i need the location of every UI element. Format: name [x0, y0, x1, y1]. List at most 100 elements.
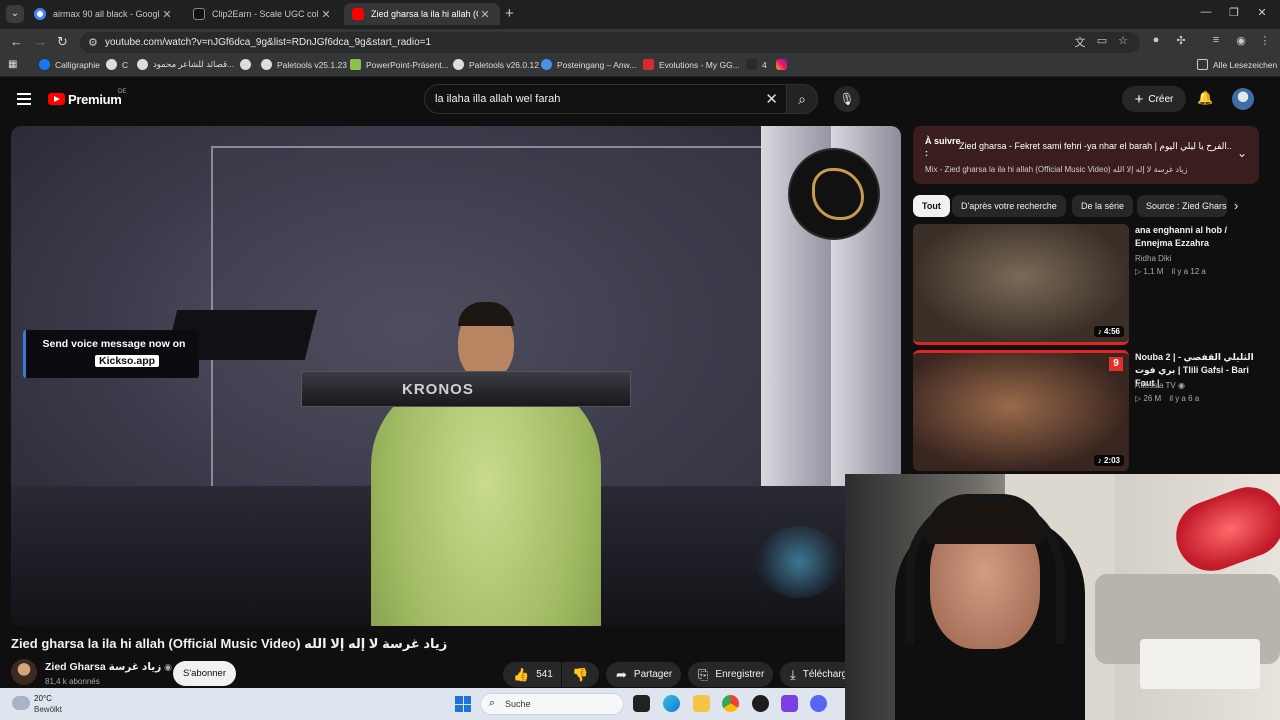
keyboard-brand: KRONOS [402, 381, 474, 398]
extensions-puzzle-icon[interactable]: ✣ [1173, 34, 1189, 47]
recommendation-channel[interactable]: Ridha Diki [1135, 254, 1171, 263]
bookmark-item[interactable]: Calligraphie [39, 59, 100, 70]
close-window-icon[interactable]: ✕ [1254, 6, 1270, 19]
minimize-icon[interactable]: — [1198, 6, 1214, 18]
weather-temperature[interactable]: 20°C [34, 694, 52, 703]
bookmark-item[interactable]: قصائد للشاعر محمود... [137, 59, 234, 70]
new-tab-icon[interactable]: + [505, 5, 514, 23]
site-info-icon[interactable]: ⚙ [88, 36, 98, 49]
recommendation-stats: ▷ 1,1 M il y a 12 a [1135, 267, 1206, 276]
reading-list-icon[interactable]: ≡ [1208, 34, 1224, 46]
download-button[interactable]: ⤓ Télécharger [780, 662, 845, 687]
grid-icon [350, 59, 361, 70]
recommendation-thumbnail[interactable]: ♪ 4:56 [913, 224, 1129, 345]
play-icon: ▷ [1135, 267, 1142, 276]
hamburger-menu-icon[interactable] [17, 93, 31, 108]
bookmark-item[interactable]: Paletools v26.0.12 [453, 59, 539, 70]
recommendation-stats: ▷ 26 M il y a 6 a [1135, 394, 1200, 403]
extension-icon[interactable]: ● [1148, 34, 1164, 46]
reload-icon[interactable]: ↻ [57, 34, 68, 50]
chevron-down-icon[interactable]: ⌄ [1237, 146, 1247, 160]
task-view-icon[interactable] [633, 695, 650, 712]
edge-icon[interactable] [663, 695, 680, 712]
bookmark-item[interactable]: C [106, 59, 128, 70]
overlay-ad-text: Send voice message now on [42, 338, 186, 350]
video-title: Zied gharsa la ila hi allah (Official Mu… [11, 636, 448, 651]
windows-start-icon[interactable] [455, 696, 471, 712]
close-tab-icon[interactable]: ✕ [478, 8, 492, 21]
like-button[interactable]: 👍 541 [503, 662, 561, 687]
back-icon[interactable]: ← [10, 34, 23, 50]
recommendation-thumbnail[interactable]: 9 ♪ 2:03 [913, 350, 1129, 471]
translate-icon[interactable]: 文 [1072, 34, 1088, 50]
bookmark-item[interactable]: 4 [746, 59, 767, 70]
browser-tab[interactable]: Clip2Earn - Scale UGC collaborations ✕ [185, 3, 341, 25]
notifications-bell-icon[interactable]: 🔔 [1197, 90, 1213, 106]
globe-icon [106, 59, 117, 70]
chip-from-search[interactable]: D'après votre recherche [952, 195, 1066, 217]
music-note-icon: ♪ [1097, 327, 1102, 336]
globe-icon [453, 59, 464, 70]
cloud-icon[interactable] [12, 696, 30, 710]
play-icon: ▷ [1135, 394, 1142, 403]
instagram-icon [776, 59, 787, 70]
channel-avatar[interactable] [11, 659, 37, 685]
close-tab-icon[interactable]: ✕ [160, 8, 174, 21]
address-bar[interactable]: ⚙ youtube.com/watch?v=nJGf6dca_9g&list=R… [80, 32, 1140, 53]
cast-icon[interactable]: ▭ [1094, 34, 1110, 47]
save-button[interactable]: ⎘ Enregistrer [688, 662, 773, 687]
youtube-premium-logo[interactable]: Premium [68, 92, 122, 107]
all-bookmarks[interactable]: Alle Lesezeichen [1197, 59, 1277, 70]
steam-icon[interactable] [752, 695, 769, 712]
chevron-right-icon[interactable]: › [1234, 198, 1238, 213]
forward-icon[interactable]: → [34, 34, 47, 50]
channel-name[interactable]: Zied Gharsa زياد غرسة ◉ [45, 661, 172, 673]
chrome-icon[interactable] [722, 695, 739, 712]
restore-icon[interactable]: ❐ [1226, 6, 1242, 19]
facebook-icon [39, 59, 50, 70]
clear-search-icon[interactable]: ✕ [765, 90, 778, 108]
youtube-logo-icon[interactable] [48, 93, 65, 105]
up-next-card[interactable]: À suivre : Zied gharsa - Fekret sami feh… [913, 126, 1259, 184]
subscribe-button[interactable]: S'abonner [173, 661, 236, 686]
mail-icon [541, 59, 552, 70]
apps-grid-icon[interactable]: ▦ [8, 59, 17, 70]
recommendation-title[interactable]: ana enghanni al hob / Ennejma Ezzahra [1135, 224, 1259, 250]
browser-menu-icon[interactable]: ⋮ [1257, 34, 1273, 47]
chip-all[interactable]: Tout [913, 195, 950, 217]
tab-title: airmax 90 all black - Google Suche [53, 9, 160, 19]
browser-tab-active[interactable]: Zied gharsa la ila hi allah (Official Mu… [344, 3, 500, 25]
tab-search-chevron-icon[interactable]: ⌄ [6, 5, 24, 23]
discord-icon[interactable] [810, 695, 827, 712]
taskbar-search[interactable]: ⌕ Suche [480, 693, 624, 715]
share-button[interactable]: ➦ Partager [606, 662, 681, 687]
voice-search-button[interactable]: 🎙 [834, 86, 860, 112]
search-button[interactable]: ⌕ [786, 84, 818, 114]
share-arrow-icon: ➦ [616, 666, 627, 682]
singer-figure [371, 376, 601, 626]
chip-source[interactable]: Source : Zied Gharsa [1137, 195, 1227, 217]
browser-tab[interactable]: airmax 90 all black - Google Suche ✕ [26, 3, 182, 25]
dislike-button[interactable]: 👎 [562, 662, 599, 687]
clip2earn-favicon-icon [193, 8, 205, 20]
app-grid-icon[interactable] [781, 695, 798, 712]
bookmark-item[interactable]: Posteingang – Anw... [541, 59, 636, 70]
bookmark-item[interactable]: PowerPoint-Präsent... [350, 59, 449, 70]
file-explorer-icon[interactable] [693, 695, 710, 712]
video-player[interactable]: KRONOS Send voice message now on Kickso.… [11, 126, 901, 626]
search-box[interactable]: la ilaha illa allah wel farah ✕ [424, 84, 786, 114]
search-icon: ⌕ [798, 91, 806, 107]
weather-description[interactable]: Bewölkt [34, 705, 62, 714]
bookmark-item[interactable]: Evolutions - My GG... [643, 59, 740, 70]
create-button[interactable]: + Créer [1122, 86, 1186, 112]
search-input[interactable]: la ilaha illa allah wel farah [435, 93, 560, 105]
bookmark-item[interactable] [240, 59, 256, 70]
chip-series[interactable]: De la série [1072, 195, 1134, 217]
bookmark-item[interactable]: Paletools v25.1.23 [261, 59, 347, 70]
profile-avatar-icon[interactable]: ◉ [1233, 34, 1249, 47]
close-tab-icon[interactable]: ✕ [319, 8, 333, 21]
bookmark-star-icon[interactable]: ☆ [1115, 34, 1131, 47]
bookmark-item[interactable] [776, 59, 792, 70]
account-avatar[interactable] [1232, 88, 1254, 110]
recommendation-channel[interactable]: Attessia TV ◉ [1135, 381, 1185, 390]
